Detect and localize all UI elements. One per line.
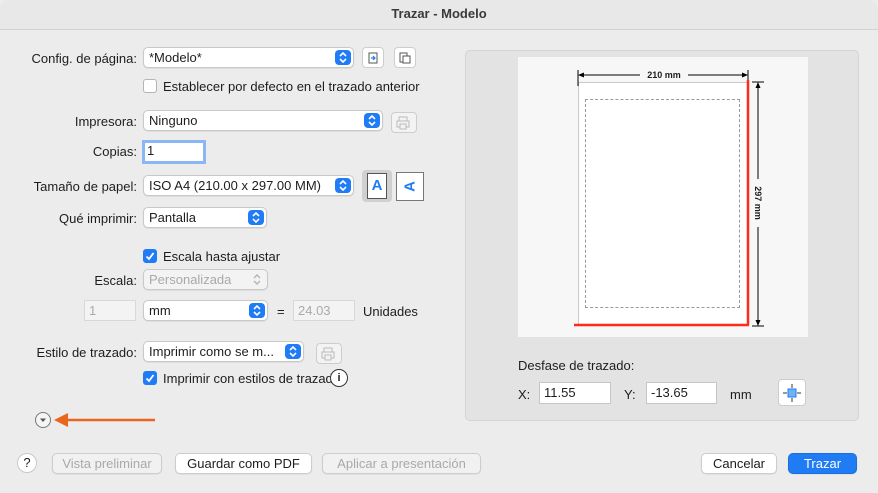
scale-select[interactable]: Personalizada [143,269,268,290]
printer-properties-button[interactable] [391,112,417,133]
offset-x-label: X: [518,387,531,402]
plot-style-select[interactable]: Imprimir como se m... [143,341,304,362]
chevron-updown-icon [335,50,351,65]
printer-icon [321,347,335,360]
offset-y-label: Y: [624,387,636,402]
printer-select[interactable]: Ninguno [143,110,383,131]
plot-style-edit-button[interactable] [316,343,342,364]
center-icon [783,383,801,402]
plot-with-styles-label: Imprimir con estilos de trazado [163,371,341,386]
scale-left-input[interactable]: 1 [84,300,136,321]
plot-button[interactable]: Trazar [788,453,857,474]
chevron-updown-icon [285,344,301,359]
scale-unit-select[interactable]: mm [143,300,268,321]
scale-right-input[interactable]: 24.03 [293,300,355,321]
paper-size-select[interactable]: ISO A4 (210.00 x 297.00 MM) [143,175,354,196]
portrait-icon: A [367,173,387,199]
page-setup-manager-button[interactable] [394,47,416,68]
plot-with-styles-checkbox[interactable] [143,371,157,385]
units-label: Unidades [363,304,418,319]
scale-label: Escala: [94,273,137,288]
plot-offset-title: Desfase de trazado: [518,358,635,373]
import-page-setup-button[interactable] [362,47,384,68]
plot-style-label: Estilo de trazado: [36,345,137,360]
fit-to-scale-checkbox[interactable] [143,249,157,263]
default-previous-label: Establecer por defecto en el trazado ant… [163,79,420,94]
window-title: Trazar - Modelo [0,0,878,30]
offset-y-input[interactable]: -13.65 [646,382,717,404]
chevron-down-icon [40,418,46,422]
save-pdf-button[interactable]: Guardar como PDF [175,453,312,474]
width-dimension-label: 210 mm [640,70,688,80]
chevron-updown-icon [364,113,380,128]
copies-label: Copias: [92,144,137,159]
page-setup-label: Config. de página: [31,51,137,66]
orientation-portrait-button[interactable]: A [362,170,392,202]
printer-icon [396,116,410,129]
height-dimension-label: 297 mm [753,179,763,227]
page-setup-icon [399,52,411,63]
printer-label: Impresora: [74,114,137,129]
offset-x-input[interactable]: 11.55 [539,382,611,404]
apply-layout-button[interactable]: Aplicar a presentación [322,453,481,474]
plot-style-value: Imprimir como se m... [149,344,274,359]
chevron-updown-icon [249,303,265,318]
paper-size-label: Tamaño de papel: [33,179,137,194]
help-button[interactable]: ? [17,453,37,473]
equals-sign: = [277,304,285,319]
info-icon[interactable]: i [330,369,348,387]
landscape-icon: A [401,181,419,192]
paper-size-value: ISO A4 (210.00 x 297.00 MM) [149,178,321,193]
preview-button[interactable]: Vista preliminar [52,453,162,474]
page-setup-value: *Modelo* [149,50,202,65]
what-to-print-value: Pantalla [149,210,196,225]
fit-to-scale-label: Escala hasta ajustar [163,249,281,264]
dimension-lines-icon [574,70,764,327]
cancel-button[interactable]: Cancelar [701,453,777,474]
offset-unit-label: mm [730,387,752,402]
scale-unit-value: mm [149,303,171,318]
printer-value: Ninguno [149,113,198,128]
what-to-print-select[interactable]: Pantalla [143,207,267,228]
expand-disclosure-button[interactable] [35,412,51,428]
copies-input[interactable]: 1 [142,140,206,164]
center-plot-button[interactable] [778,379,806,406]
page-setup-select[interactable]: *Modelo* [143,47,354,68]
orientation-landscape-button[interactable]: A [396,172,424,201]
checkmark-icon [145,374,155,383]
checkmark-icon [145,252,155,261]
annotation-arrow-icon [54,413,155,427]
chevron-updown-icon [335,178,351,193]
scale-value: Personalizada [149,272,232,287]
default-previous-checkbox[interactable] [143,79,157,93]
plot-dialog: Trazar - Modelo Config. de página: *Mode… [0,0,878,493]
what-to-print-label: Qué imprimir: [58,211,137,226]
chevron-updown-icon [248,210,264,225]
import-icon [368,52,378,63]
chevron-updown-icon [249,272,265,287]
